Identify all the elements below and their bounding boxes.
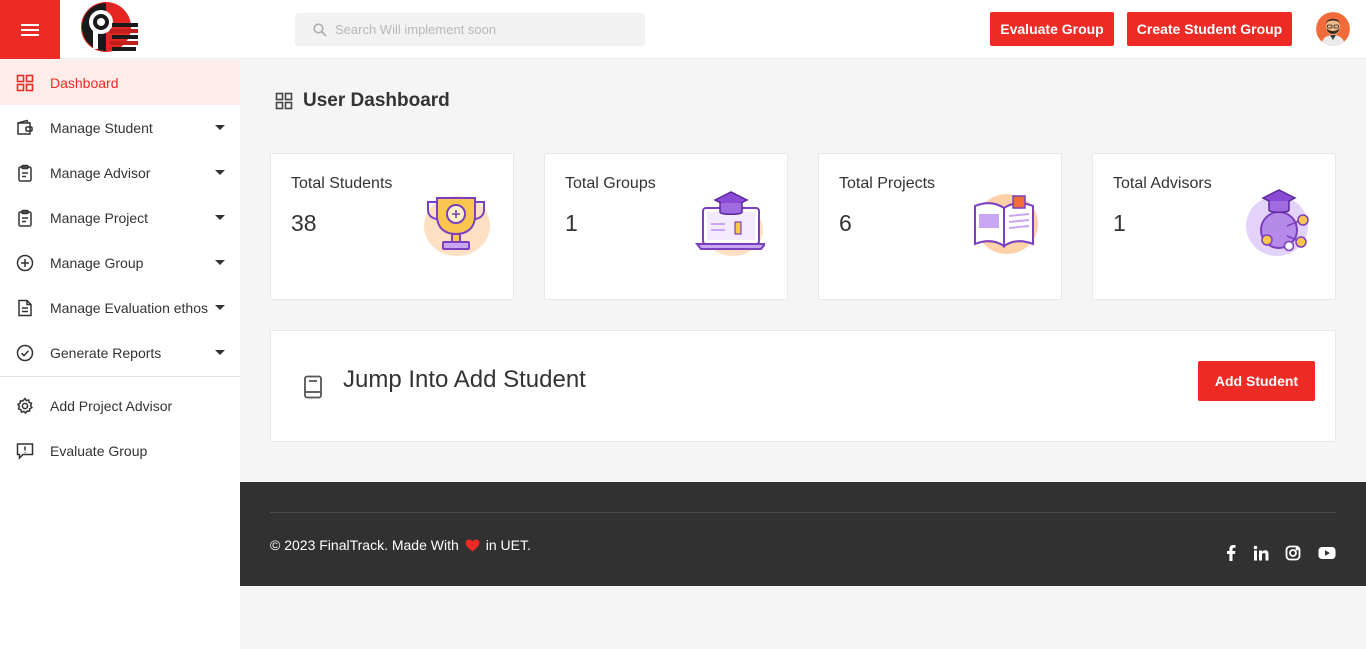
sidebar-item-generate-reports[interactable]: Generate Reports bbox=[0, 330, 240, 375]
footer-divider bbox=[270, 512, 1336, 513]
sidebar-item-label: Manage Project bbox=[50, 209, 149, 226]
user-avatar[interactable] bbox=[1316, 12, 1350, 46]
add-student-button[interactable]: Add Student bbox=[1198, 361, 1315, 401]
footer: © 2023 FinalTrack. Made With in UET. bbox=[240, 482, 1366, 586]
sidebar-divider bbox=[0, 376, 240, 377]
chevron-down-icon bbox=[215, 305, 225, 310]
clipboard-icon bbox=[16, 209, 34, 227]
page-title: User Dashboard bbox=[275, 90, 450, 112]
sidebar-item-label: Evaluate Group bbox=[50, 442, 148, 459]
chevron-down-icon bbox=[215, 215, 225, 220]
stat-card-total-groups: Total Groups 1 bbox=[544, 153, 788, 300]
footer-copyright-text: © 2023 FinalTrack. Made With bbox=[270, 537, 459, 553]
menu-toggle-button[interactable] bbox=[0, 0, 60, 59]
stat-card-total-students: Total Students 38 bbox=[270, 153, 514, 300]
stat-label: Total Students bbox=[291, 175, 393, 192]
chevron-down-icon bbox=[215, 125, 225, 130]
stat-value: 1 bbox=[565, 210, 578, 236]
footer-copyright: © 2023 FinalTrack. Made With in UET. bbox=[270, 537, 531, 553]
search-bar bbox=[295, 13, 645, 46]
heart-icon bbox=[465, 538, 480, 552]
stat-card-total-advisors: Total Advisors 1 bbox=[1092, 153, 1336, 300]
stat-value: 6 bbox=[839, 210, 852, 236]
stat-card-total-projects: Total Projects 6 bbox=[818, 153, 1062, 300]
sidebar-item-manage-group[interactable]: Manage Group bbox=[0, 240, 240, 285]
sidebar: Dashboard Manage Student Manage Advisor bbox=[0, 60, 240, 649]
evaluate-group-button[interactable]: Evaluate Group bbox=[990, 12, 1114, 46]
sidebar-item-label: Manage Advisor bbox=[50, 164, 151, 181]
sidebar-item-manage-evaluation[interactable]: Manage Evaluation ethos bbox=[0, 285, 240, 330]
alert-message-icon bbox=[16, 442, 34, 460]
sidebar-item-dashboard[interactable]: Dashboard bbox=[0, 60, 240, 105]
wallet-icon bbox=[16, 119, 34, 137]
instagram-icon[interactable] bbox=[1283, 543, 1303, 563]
sidebar-item-manage-project[interactable]: Manage Project bbox=[0, 195, 240, 240]
search-input[interactable] bbox=[335, 22, 635, 37]
stat-label: Total Groups bbox=[565, 175, 656, 192]
sidebar-item-manage-advisor[interactable]: Manage Advisor bbox=[0, 150, 240, 195]
plus-circle-icon bbox=[16, 254, 34, 272]
sidebar-item-label: Generate Reports bbox=[50, 344, 162, 361]
stat-label: Total Projects bbox=[839, 175, 936, 192]
grid-icon bbox=[275, 92, 293, 110]
laptop-graduation-icon bbox=[695, 191, 765, 256]
sidebar-item-label: Manage Evaluation ethos bbox=[50, 299, 208, 316]
chevron-down-icon bbox=[215, 170, 225, 175]
jump-title: Jump Into Add Student bbox=[343, 366, 586, 393]
chevron-down-icon bbox=[215, 260, 225, 265]
book-icon bbox=[304, 375, 322, 399]
youtube-icon[interactable] bbox=[1317, 543, 1337, 563]
search-icon bbox=[313, 22, 327, 37]
sidebar-item-label: Manage Group bbox=[50, 254, 144, 271]
chevron-down-icon bbox=[215, 350, 225, 355]
document-icon bbox=[16, 299, 34, 317]
hamburger-icon bbox=[21, 23, 39, 36]
create-student-group-button[interactable]: Create Student Group bbox=[1127, 12, 1292, 46]
trophy-icon bbox=[424, 196, 490, 256]
footer-copyright-suffix: in UET. bbox=[485, 537, 531, 553]
sidebar-item-evaluate-group[interactable]: Evaluate Group bbox=[0, 428, 240, 473]
open-book-icon bbox=[974, 194, 1038, 254]
stat-value: 38 bbox=[291, 210, 317, 236]
gear-icon bbox=[16, 396, 34, 415]
sidebar-item-manage-student[interactable]: Manage Student bbox=[0, 105, 240, 150]
sidebar-item-label: Dashboard bbox=[50, 74, 119, 91]
grid-icon bbox=[16, 74, 34, 92]
sidebar-item-label: Add Project Advisor bbox=[50, 397, 173, 414]
clipboard-icon bbox=[16, 164, 34, 182]
check-circle-icon bbox=[16, 344, 34, 362]
top-bar: Evaluate Group Create Student Group bbox=[0, 0, 1366, 59]
sidebar-item-add-project-advisor[interactable]: Add Project Advisor bbox=[0, 383, 240, 428]
jump-card: Jump Into Add Student Add Student bbox=[270, 330, 1336, 442]
app-logo[interactable] bbox=[80, 1, 140, 57]
graduation-network-icon bbox=[1246, 189, 1309, 256]
sidebar-item-label: Manage Student bbox=[50, 119, 153, 136]
facebook-icon[interactable] bbox=[1221, 543, 1241, 563]
page-title-text: User Dashboard bbox=[303, 90, 450, 111]
linkedin-icon[interactable] bbox=[1251, 543, 1271, 563]
stat-label: Total Advisors bbox=[1113, 175, 1212, 192]
stat-value: 1 bbox=[1113, 210, 1126, 236]
